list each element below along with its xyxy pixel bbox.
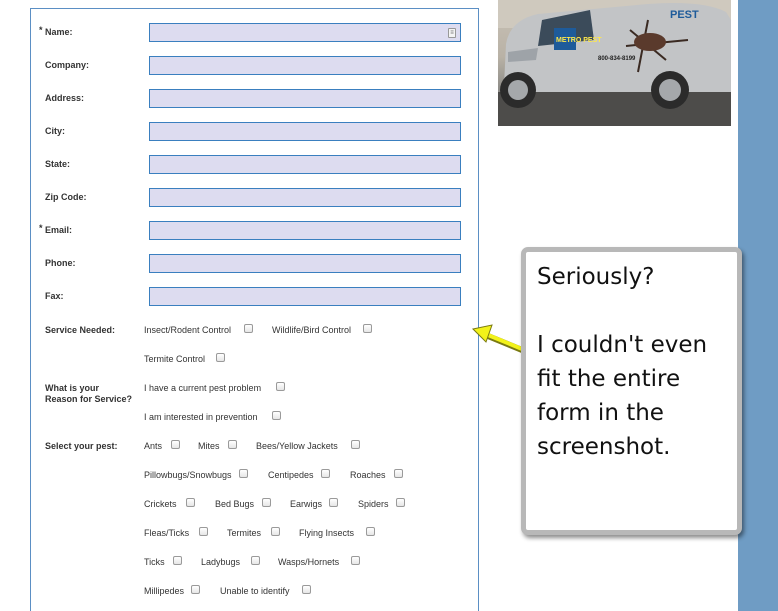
checkbox-ladybugs[interactable]: [251, 556, 260, 565]
checkbox-crickets[interactable]: [186, 498, 195, 507]
option-label: Insect/Rodent Control: [144, 325, 232, 335]
city-label: City:: [45, 126, 65, 136]
option-label: I am interested in prevention: [144, 412, 258, 422]
option-label: Roaches: [350, 470, 386, 480]
callout-line: screenshot.: [537, 434, 671, 460]
fax-field[interactable]: [149, 287, 461, 306]
company-field[interactable]: [149, 56, 461, 75]
callout-box: Seriously? I couldn't even fit the entir…: [521, 247, 742, 535]
option-label: Ladybugs: [201, 557, 241, 567]
option-label: Wildlife/Bird Control: [272, 325, 352, 335]
callout-text: Seriously? I couldn't even fit the entir…: [537, 260, 729, 464]
company-row: Company:: [31, 56, 480, 76]
reason-label-line1: What is your: [45, 383, 100, 393]
option-label: Ants: [144, 441, 163, 451]
phone-label: Phone:: [45, 258, 76, 268]
option-label: Centipedes: [268, 470, 314, 480]
van-brand-word: PEST: [670, 9, 699, 21]
checkbox-interested-in-prevention[interactable]: [272, 411, 281, 420]
option-label: Crickets: [144, 499, 177, 509]
reason-label-line2: Reason for Service?: [45, 394, 133, 404]
zip-field[interactable]: [149, 188, 461, 207]
option-label: Termite Control: [144, 354, 206, 364]
city-field[interactable]: [149, 122, 461, 141]
checkbox-earwigs[interactable]: [329, 498, 338, 507]
address-row: Address:: [31, 89, 480, 109]
service-needed-label: Service Needed:: [45, 325, 116, 335]
zip-label: Zip Code:: [45, 192, 87, 202]
pest-control-van-photo: METRO PEST PEST 800-834-8199: [498, 0, 731, 126]
checkbox-flying-insects[interactable]: [366, 527, 375, 536]
address-field[interactable]: [149, 89, 461, 108]
state-label: State:: [45, 159, 71, 169]
callout-line: I couldn't even: [537, 332, 708, 358]
checkbox-ticks[interactable]: [173, 556, 182, 565]
contact-form: * Name: ≡ Company: Address: City: State:…: [30, 8, 479, 611]
van-illustration: METRO PEST PEST 800-834-8199: [498, 0, 731, 126]
phone-row: Phone:: [31, 254, 480, 274]
checkbox-millipedes[interactable]: [191, 585, 200, 594]
email-label: Email:: [45, 225, 73, 235]
checkbox-ants[interactable]: [171, 440, 180, 449]
fax-label: Fax:: [45, 291, 64, 301]
option-label: Termites: [227, 528, 262, 538]
checkbox-fleas-ticks[interactable]: [199, 527, 208, 536]
name-label: Name:: [45, 27, 73, 37]
van-phone-text: 800-834-8199: [598, 56, 636, 62]
option-label: Earwigs: [290, 499, 323, 509]
checkbox-pillowbugs-snowbugs[interactable]: [239, 469, 248, 478]
select-pest-label: Select your pest:: [45, 441, 118, 451]
option-label: Flying Insects: [299, 528, 355, 538]
option-label: Pillowbugs/Snowbugs: [144, 470, 232, 480]
option-label: Bed Bugs: [215, 499, 255, 509]
checkbox-roaches[interactable]: [394, 469, 403, 478]
option-label: Fleas/Ticks: [144, 528, 190, 538]
option-label: Unable to identify: [220, 586, 290, 596]
phone-field[interactable]: [149, 254, 461, 273]
option-label: I have a current pest problem: [144, 383, 262, 393]
callout-line: form in the: [537, 400, 664, 426]
option-label: Millipedes: [144, 586, 185, 596]
checkbox-bees-yellow-jackets[interactable]: [351, 440, 360, 449]
option-label: Wasps/Hornets: [278, 557, 340, 567]
fax-row: Fax:: [31, 287, 480, 307]
state-field[interactable]: [149, 155, 461, 174]
checkbox-wildlife-bird-control[interactable]: [363, 324, 372, 333]
checkbox-mites[interactable]: [228, 440, 237, 449]
zip-row: Zip Code:: [31, 188, 480, 208]
checkbox-current-pest-problem[interactable]: [276, 382, 285, 391]
required-marker: *: [39, 25, 43, 35]
address-label: Address:: [45, 93, 85, 103]
company-label: Company:: [45, 60, 90, 70]
checkbox-unable-to-identify[interactable]: [302, 585, 311, 594]
email-field[interactable]: [149, 221, 461, 240]
callout-line: fit the entire: [537, 366, 681, 392]
email-row: * Email:: [31, 221, 480, 241]
state-row: State:: [31, 155, 480, 175]
city-row: City:: [31, 122, 480, 142]
autofill-icon[interactable]: ≡: [448, 28, 456, 38]
option-label: Mites: [198, 441, 220, 451]
checkbox-wasps-hornets[interactable]: [351, 556, 360, 565]
option-label: Spiders: [358, 499, 389, 509]
checkbox-centipedes[interactable]: [321, 469, 330, 478]
checkbox-spiders[interactable]: [396, 498, 405, 507]
option-label: Ticks: [144, 557, 165, 567]
checkbox-termite-control[interactable]: [216, 353, 225, 362]
checkbox-bed-bugs[interactable]: [262, 498, 271, 507]
van-brand-text: METRO PEST: [556, 37, 602, 44]
checkbox-termites[interactable]: [271, 527, 280, 536]
required-marker: *: [39, 223, 43, 233]
checkbox-insect-rodent-control[interactable]: [244, 324, 253, 333]
option-label: Bees/Yellow Jackets: [256, 441, 338, 451]
callout-line: Seriously?: [537, 264, 655, 290]
name-field[interactable]: ≡: [149, 23, 461, 42]
name-row: * Name: ≡: [31, 23, 480, 43]
page: * Name: ≡ Company: Address: City: State:…: [0, 0, 742, 611]
